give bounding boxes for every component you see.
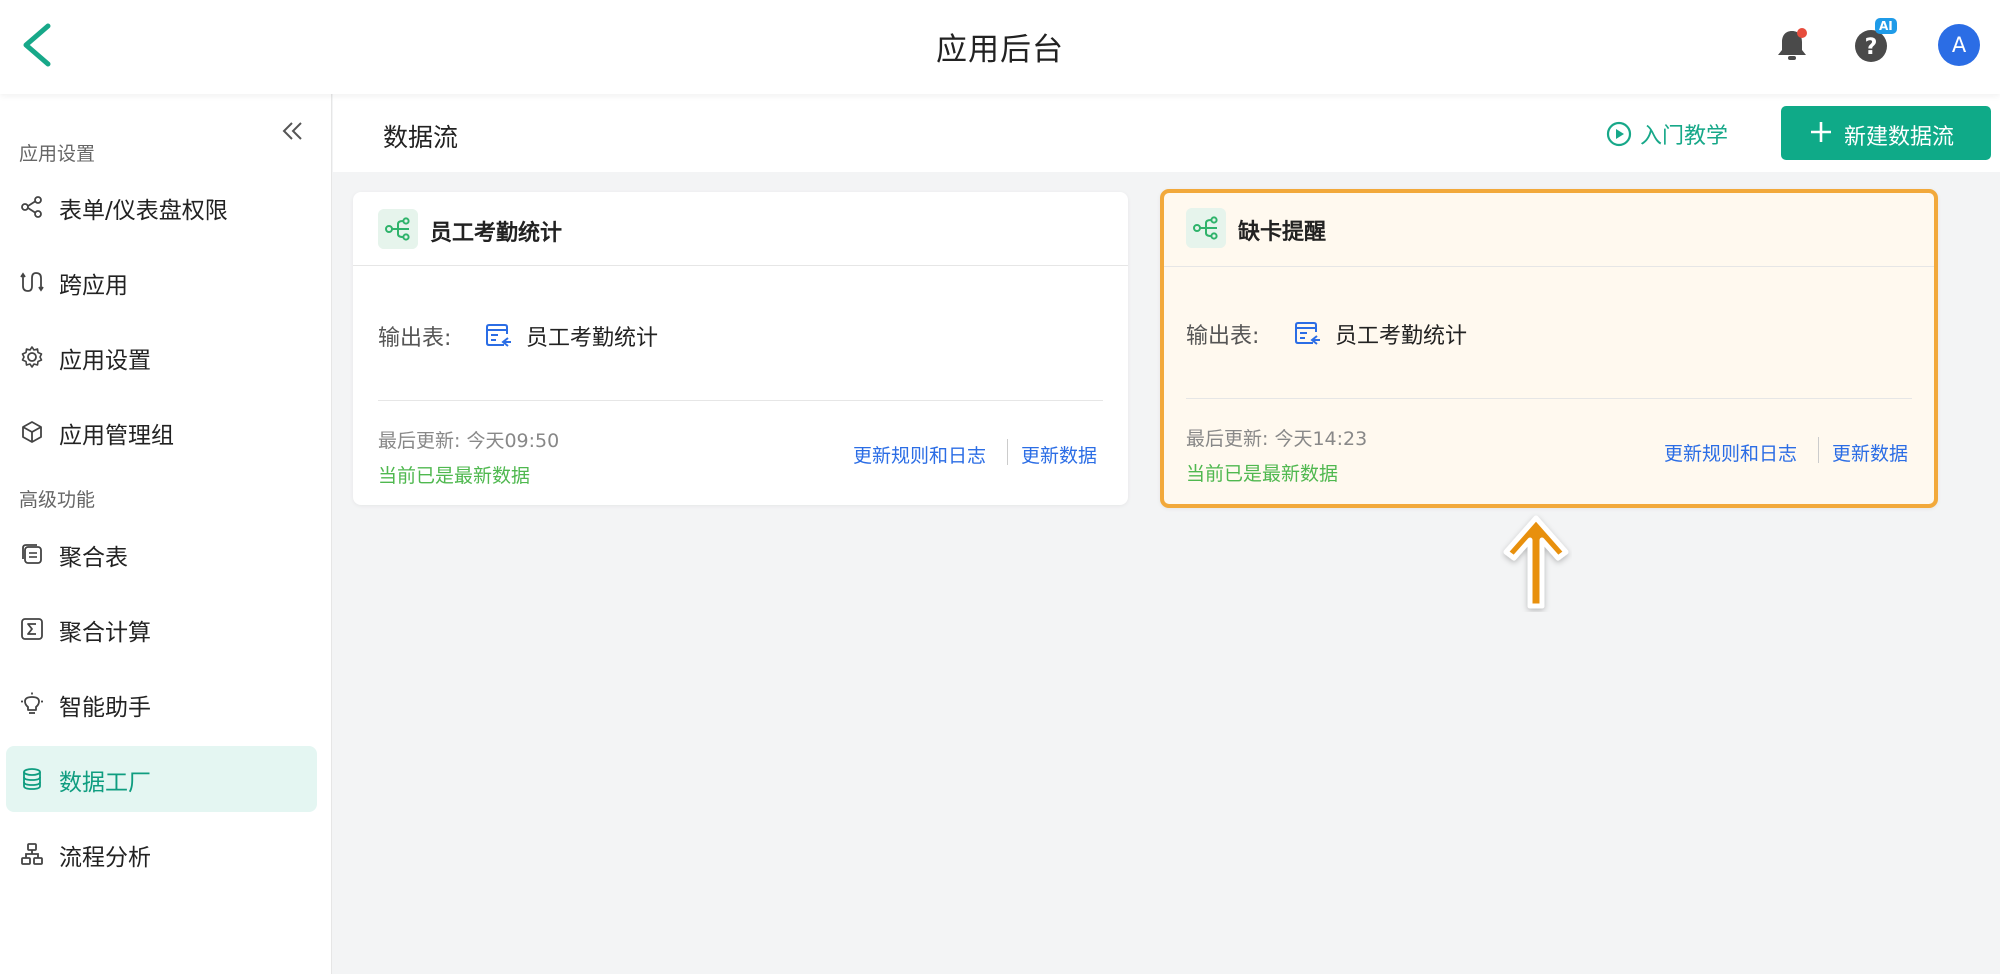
output-table-label: 输出表: (1186, 324, 1260, 349)
aggregate-table-icon (22, 544, 42, 564)
sidebar-item-label: 表单/仪表盘权限 (59, 198, 228, 224)
collapse-sidebar-icon[interactable] (280, 118, 306, 144)
update-rules-link[interactable]: 更新规则和日志 (853, 441, 986, 468)
tutorial-label: 入门教学 (1640, 124, 1729, 149)
avatar[interactable]: A (1938, 24, 1980, 66)
dataflow-card[interactable]: 员工考勤统计 输出表: 员工考勤统计 最后更新: 今天09:50 当前已是最新数… (353, 192, 1128, 505)
sidebar-item-form-permissions[interactable]: 表单/仪表盘权限 (6, 174, 317, 240)
new-dataflow-button[interactable]: 新建数据流 (1781, 106, 1991, 160)
output-table-name[interactable]: 员工考勤统计 (1335, 318, 1467, 350)
card-header: 员工考勤统计 (353, 192, 1128, 266)
last-updated: 最后更新: 今天09:50 (378, 430, 560, 452)
lightbulb-icon (21, 692, 43, 714)
last-updated: 最后更新: 今天14:23 (1186, 428, 1368, 450)
sidebar-item-process-analysis[interactable]: 流程分析 (6, 821, 317, 887)
sidebar-item-aggregate-calc[interactable]: 聚合计算 (6, 596, 317, 662)
card-title: 员工考勤统计 (430, 221, 563, 246)
app-title: 应用后台 (936, 32, 1064, 68)
sidebar-item-smart-assistant[interactable]: 智能助手 (6, 671, 317, 737)
play-circle-icon (1606, 121, 1632, 147)
sidebar-item-label: 数据工厂 (59, 770, 151, 796)
ai-badge: AI (1875, 18, 1897, 34)
org-chart-icon (21, 843, 43, 865)
update-data-link[interactable]: 更新数据 (1832, 439, 1908, 466)
output-table-label: 输出表: (378, 326, 452, 351)
page-title: 数据流 (383, 123, 459, 152)
table-icon (1295, 322, 1320, 345)
sidebar-item-label: 应用管理组 (59, 423, 174, 449)
card-header: 缺卡提醒 (1164, 193, 1934, 267)
sidebar-item-label: 流程分析 (59, 845, 151, 871)
main-header: 数据流 入门教学 新建数据流 (333, 94, 2000, 172)
highlight-arrow-icon (1503, 515, 1569, 609)
sigma-icon (21, 618, 43, 640)
svg-text:?: ? (1865, 35, 1878, 60)
update-rules-link[interactable]: 更新规则和日志 (1664, 439, 1797, 466)
status-text: 当前已是最新数据 (378, 465, 531, 487)
sidebar-item-label: 应用设置 (59, 348, 151, 374)
sidebar-item-label: 聚合计算 (59, 620, 151, 646)
sidebar-item-cross-app[interactable]: 跨应用 (6, 249, 317, 315)
plus-icon (1811, 122, 1831, 142)
cube-icon (22, 421, 42, 443)
card-divider (1186, 398, 1912, 399)
status-text: 当前已是最新数据 (1186, 463, 1339, 485)
new-dataflow-label: 新建数据流 (1844, 125, 1955, 150)
section-title-advanced: 高级功能 (19, 489, 96, 511)
sidebar-item-label: 跨应用 (59, 273, 128, 299)
database-icon (23, 768, 41, 790)
sidebar-item-aggregate-table[interactable]: 聚合表 (6, 521, 317, 587)
sidebar-item-app-admin-group[interactable]: 应用管理组 (6, 399, 317, 465)
dataflow-card-highlighted[interactable]: 缺卡提醒 输出表: 员工考勤统计 最后更新: 今天14:23 当前已是最新数据 … (1160, 189, 1938, 508)
sidebar-item-data-factory[interactable]: 数据工厂 (6, 746, 317, 812)
dataflow-icon (1186, 208, 1226, 248)
dataflow-icon (378, 209, 418, 249)
sidebar-item-label: 智能助手 (59, 695, 151, 721)
sidebar-item-app-settings[interactable]: 应用设置 (6, 324, 317, 390)
sidebar-item-label: 聚合表 (59, 545, 128, 571)
gear-icon (21, 346, 43, 368)
link-separator (1007, 439, 1008, 465)
update-data-link[interactable]: 更新数据 (1021, 441, 1097, 468)
output-table-name[interactable]: 员工考勤统计 (526, 320, 658, 352)
share-nodes-icon (21, 196, 42, 218)
card-title: 缺卡提醒 (1238, 220, 1327, 245)
section-title-app-settings: 应用设置 (19, 143, 96, 165)
sidebar: 应用设置 表单/仪表盘权限 跨应用 应用设置 应用管理组 高级功能 聚合表 聚合… (0, 94, 332, 974)
table-icon (486, 324, 511, 347)
bell-icon[interactable] (1772, 25, 1812, 65)
top-bar: 应用后台 ? AI A (0, 0, 2000, 94)
link-separator (1818, 437, 1819, 463)
cross-app-icon (20, 272, 44, 292)
card-divider (378, 400, 1103, 401)
